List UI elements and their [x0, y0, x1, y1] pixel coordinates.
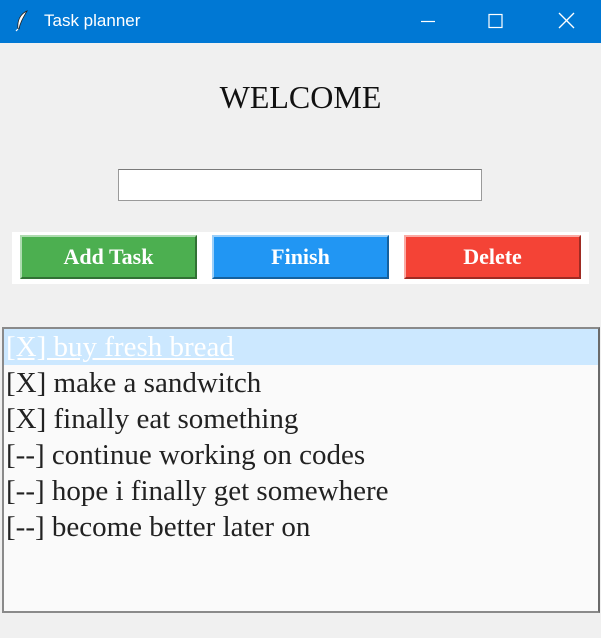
maximize-button[interactable] — [465, 0, 525, 43]
welcome-heading: WELCOME — [219, 79, 382, 115]
bottom-padding — [0, 613, 601, 638]
maximize-icon — [488, 13, 503, 29]
task-input[interactable] — [118, 169, 482, 201]
finish-button[interactable]: Finish — [212, 235, 389, 279]
minimize-icon — [421, 20, 435, 23]
list-item[interactable]: [--] hope i finally get somewhere — [4, 473, 598, 509]
delete-button[interactable]: Delete — [404, 235, 581, 279]
close-button[interactable] — [536, 0, 596, 43]
list-item[interactable]: [--] continue working on codes — [4, 437, 598, 473]
list-item[interactable]: [X] make a sandwitch — [4, 365, 598, 401]
list-item[interactable]: [X] buy fresh bread — [4, 329, 598, 365]
window-title: Task planner — [44, 11, 141, 30]
list-item[interactable]: [X] finally eat something — [4, 401, 598, 437]
main-window: WELCOME Add Task Finish Delete [X] buy f… — [0, 43, 601, 638]
add-task-button[interactable]: Add Task — [20, 235, 197, 279]
minimize-button[interactable] — [398, 0, 458, 43]
list-item[interactable]: [--] become better later on — [4, 509, 598, 545]
title-bar: Task planner — [0, 0, 601, 43]
close-icon — [558, 12, 575, 29]
button-bar: Add Task Finish Delete — [12, 232, 589, 284]
feather-icon — [14, 10, 32, 32]
task-list[interactable]: [X] buy fresh bread [X] make a sandwitch… — [2, 327, 600, 613]
